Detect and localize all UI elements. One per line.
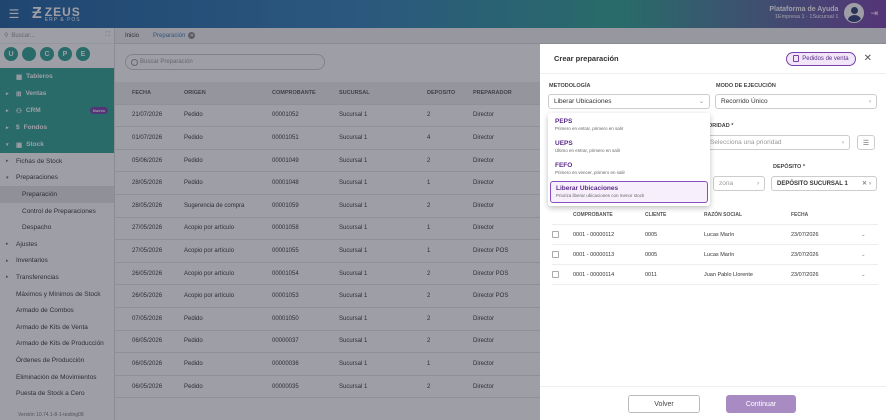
deposit-label: DEPÓSITO * (773, 164, 805, 170)
expand-row-icon[interactable]: ⌄ (861, 232, 871, 238)
drawer-footer: Volver Continuar (540, 386, 886, 420)
table-cell: 0001 - 00000114 (573, 271, 615, 278)
document-icon (793, 55, 800, 62)
order-row[interactable]: 0001 - 00000113 0005 Lucas Marín 23/07/2026… (552, 245, 878, 265)
table-cell: 0001 - 00000112 (573, 231, 615, 238)
row-checkbox[interactable] (552, 231, 559, 238)
clear-icon[interactable]: ✕ (862, 180, 867, 187)
chevron-right-icon: › (757, 180, 759, 187)
sales-orders-label: Pedidos de venta (802, 55, 849, 62)
close-icon[interactable]: ✕ (864, 53, 872, 64)
row-checkbox[interactable] (552, 271, 559, 278)
table-cell: 0011 (645, 271, 657, 278)
priority-settings-button[interactable]: ☰ (857, 135, 875, 150)
drawer-title: Crear preparación (554, 54, 619, 63)
option-description: Último en entrar, primero en salir (555, 148, 621, 153)
chevron-right-icon: › (842, 139, 844, 146)
expand-row-icon[interactable]: ⌄ (861, 272, 871, 278)
table-cell: Juan Pablo Llorente (704, 271, 753, 278)
back-button[interactable]: Volver (628, 395, 700, 413)
chevron-right-icon: › (869, 180, 871, 187)
methodology-option[interactable]: FEFO Primero en vencer, primero en salir (550, 159, 708, 181)
table-header: COMPROBANTE CLIENTE RAZÓN SOCIAL FECHA (552, 205, 878, 225)
option-name: PEPS (555, 118, 573, 125)
methodology-label: METODOLOGÍA (549, 83, 591, 89)
zone-placeholder: zona (719, 180, 734, 187)
expand-row-icon[interactable]: ⌄ (861, 252, 871, 258)
order-row[interactable]: 0001 - 00000112 0005 Lucas Marín 23/07/2026… (552, 225, 878, 245)
column-header: COMPROBANTE (573, 211, 613, 218)
execution-mode-value: Recorrido Único (721, 98, 768, 105)
column-header: FECHA (791, 211, 809, 218)
option-name: Liberar Ubicaciones (556, 185, 619, 192)
priority-select[interactable]: Selecciona una prioridad › (704, 135, 850, 150)
priority-label: ORIDAD * (708, 123, 734, 129)
sales-orders-table: COMPROBANTE CLIENTE RAZÓN SOCIAL FECHA 0001 … (552, 205, 878, 285)
methodology-select[interactable]: Liberar Ubicaciones ⌄ (548, 94, 710, 109)
zone-select[interactable]: zona › (713, 176, 765, 191)
checkbox-cell (552, 271, 573, 278)
order-row[interactable]: 0001 - 00000114 0011 Juan Pablo Llorente 23… (552, 265, 878, 285)
table-cell: 23/07/2026 (791, 231, 819, 238)
checkbox-cell (552, 231, 573, 238)
table-cell: 0005 (645, 231, 658, 238)
option-name: FEFO (555, 162, 573, 169)
chevron-right-icon: › (869, 98, 871, 105)
option-description: Prioriza liberar ubicaciones con menor s… (556, 193, 645, 198)
deposit-value: DEPÓSITO SUCURSAL 1 (777, 180, 848, 187)
methodology-option[interactable]: PEPS Primero en entrar, primero en salir (550, 115, 708, 137)
table-cell: 0005 (645, 251, 658, 258)
table-cell: 23/07/2026 (791, 251, 819, 258)
table-cell: Lucas Marín (704, 231, 735, 238)
execution-mode-label: MODO DE EJECUCIÓN (716, 83, 776, 89)
sliders-icon: ☰ (862, 139, 870, 147)
drawer-header: Crear preparación Pedidos de venta ✕ (540, 44, 886, 74)
option-description: Primero en entrar, primero en salir (555, 126, 624, 131)
execution-mode-select[interactable]: Recorrido Único › (715, 94, 877, 109)
methodology-dropdown: PEPS Primero en entrar, primero en salir U… (548, 113, 710, 206)
table-cell: 23/07/2026 (791, 271, 819, 278)
option-description: Primero en vencer, primero en salir (555, 170, 626, 175)
table-cell: Lucas Marín (704, 251, 735, 258)
sales-orders-button[interactable]: Pedidos de venta (786, 51, 856, 66)
table-cell: 0001 - 00000113 (573, 251, 615, 258)
chevron-down-icon: ⌄ (698, 99, 704, 105)
methodology-value: Liberar Ubicaciones (554, 98, 612, 105)
methodology-option[interactable]: UEPS Último en entrar, primero en salir (550, 137, 708, 159)
deposit-select[interactable]: DEPÓSITO SUCURSAL 1 ✕ › (771, 176, 877, 191)
priority-placeholder: Selecciona una prioridad (710, 139, 782, 146)
column-header: CLIENTE (645, 211, 667, 218)
methodology-option[interactable]: Liberar Ubicaciones Prioriza liberar ubic… (550, 181, 708, 203)
row-checkbox[interactable] (552, 251, 559, 258)
continue-button[interactable]: Continuar (726, 395, 796, 413)
column-header: RAZÓN SOCIAL (704, 211, 743, 218)
checkbox-cell (552, 251, 573, 258)
option-name: UEPS (555, 140, 573, 147)
